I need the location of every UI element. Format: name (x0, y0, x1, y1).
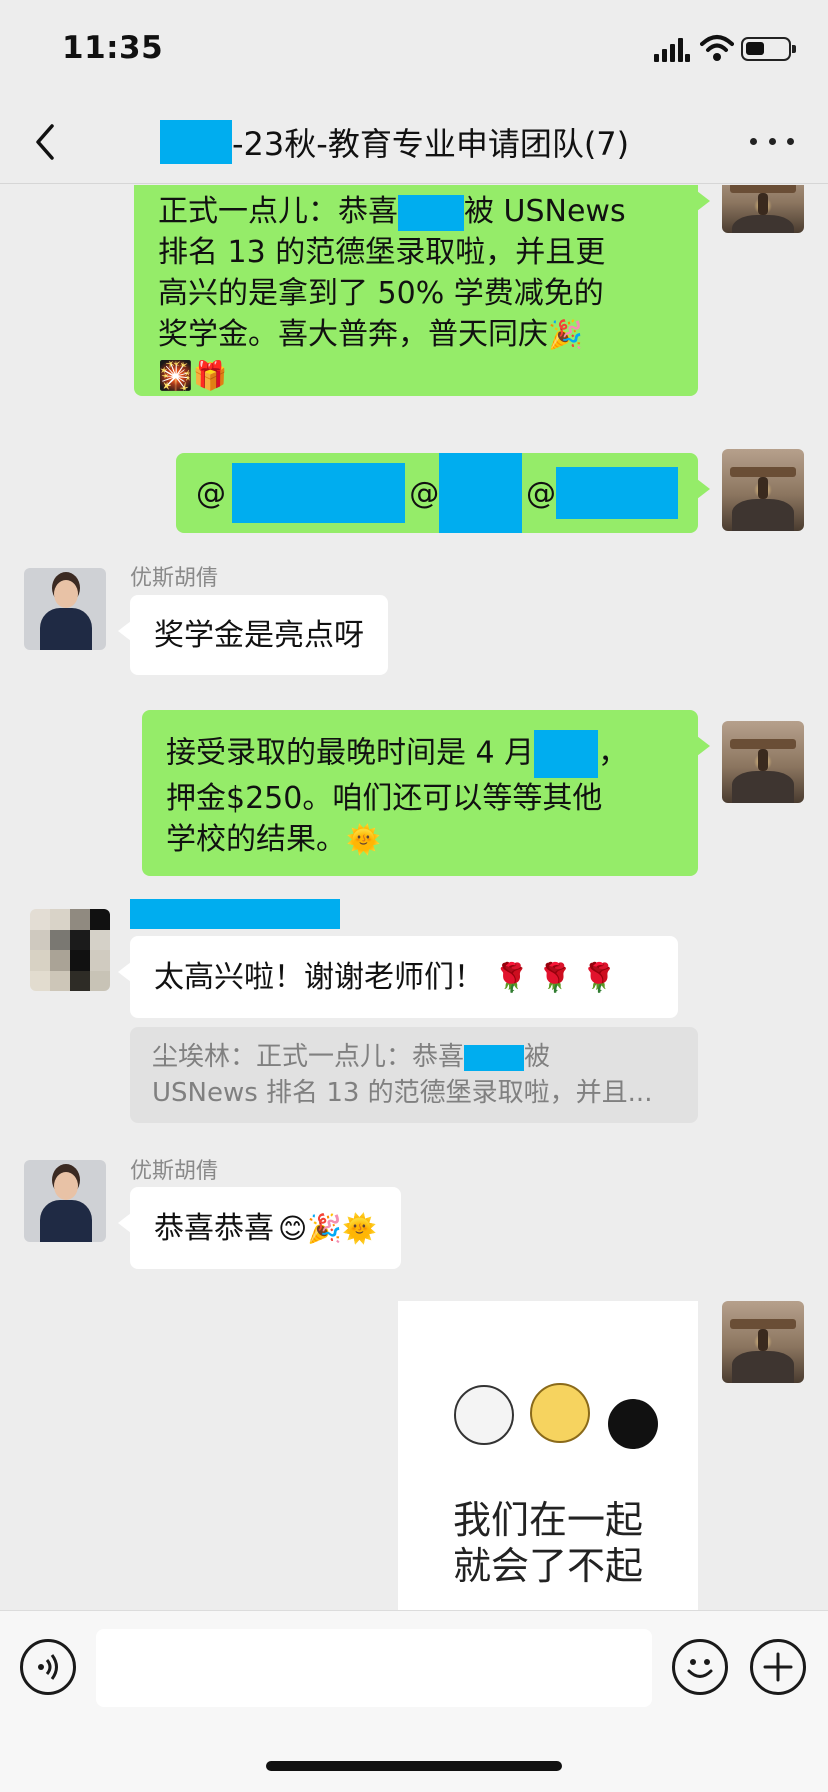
sender-name: 优斯胡倩 (130, 1159, 219, 1184)
message-text: 奖学金是亮点呀 (154, 617, 364, 653)
quote-text: USNews 排名 13 的范德堡录取啦，并且... (152, 1078, 653, 1108)
redacted-block (464, 1044, 525, 1071)
message-text: 接受录取的最晚时间是 4 月 (166, 735, 535, 771)
quote-text: 尘埃林：正式一点儿：恭喜 (152, 1042, 465, 1072)
voice-icon[interactable] (20, 1639, 76, 1695)
chat-title: -23秋-教育专业申请团队(7) (160, 120, 629, 164)
message-text: 太高兴啦！谢谢老师们！ (154, 959, 484, 995)
redacted-block (398, 194, 464, 231)
battery-icon (741, 37, 796, 61)
message-text: 学校的结果。 (166, 822, 346, 857)
mention-symbol: @ (196, 475, 226, 511)
message-text: 恭喜恭喜 (154, 1210, 274, 1246)
message-text: 排名 13 的范德堡录取啦，并且更 (158, 235, 606, 270)
message-bubble-self[interactable]: 接受录取的最晚时间是 4 月 ， 押金$250。咱们还可以等等其他 学校的结果。🌞 (142, 710, 710, 876)
message-text: 高兴的是拿到了 50% 学费减免的 (158, 276, 604, 311)
battery-level (746, 42, 764, 55)
party-popper-icon: 🎉 (548, 318, 583, 351)
message-bubble-other[interactable]: 恭喜恭喜 😊🎉🌞 (118, 1187, 401, 1269)
redacted-block (555, 467, 678, 519)
emoji-group-icon: 😊🎉🌞 (278, 1211, 377, 1245)
redacted-block (232, 463, 406, 523)
wifi-icon (700, 35, 734, 61)
sticker-caption: 就会了不起 (452, 1544, 643, 1588)
message-input[interactable] (96, 1629, 652, 1707)
message-text: 正式一点儿：恭喜 (158, 194, 398, 229)
message-bubble-other[interactable]: 奖学金是亮点呀 (118, 595, 388, 675)
avatar[interactable] (722, 185, 804, 233)
avatar[interactable] (24, 568, 106, 650)
message-bubble-self[interactable]: 正式一点儿：恭喜 被 USNews 排名 13 的范德堡录取啦，并且更 高兴的是拿… (134, 185, 710, 396)
mention-symbol: @ (409, 475, 440, 511)
message-text: 奖学金。喜大普奔，普天同庆 (158, 317, 548, 352)
status-time: 11:35 (62, 30, 164, 66)
home-indicator (266, 1761, 562, 1771)
redacted-sender-name (130, 899, 340, 929)
sender-name: 优斯胡倩 (130, 566, 219, 591)
message-bubble-other[interactable]: 太高兴啦！谢谢老师们！ 🌹 🌹 🌹 (118, 936, 678, 1018)
emoji-icon[interactable] (672, 1639, 728, 1695)
sticker-message[interactable]: 我们在一起 就会了不起 (398, 1301, 698, 1610)
plus-icon[interactable] (750, 1639, 806, 1695)
cellular-signal-icon (654, 38, 690, 62)
redacted-block (439, 453, 522, 533)
sticker-face-icon (454, 1385, 514, 1445)
quoted-message[interactable]: 尘埃林：正式一点儿：恭喜 被 USNews 排名 13 的范德堡录取啦，并且... (130, 1027, 698, 1123)
avatar[interactable] (24, 1160, 106, 1242)
message-text: ， (598, 735, 629, 771)
sun-icon: 🌞 (346, 823, 381, 856)
sticker-face-icon (530, 1383, 590, 1443)
chevron-left-icon[interactable] (26, 118, 66, 166)
ellipsis-icon[interactable] (750, 126, 794, 156)
mention-symbol: @ (525, 475, 556, 511)
chat-header: -23秋-教育专业申请团队(7) (0, 100, 828, 184)
input-bar (0, 1610, 828, 1792)
redacted-block (160, 120, 232, 164)
avatar[interactable] (30, 909, 110, 991)
message-text: 押金$250。咱们还可以等等其他 (166, 781, 603, 816)
status-bar: 11:35 (0, 0, 828, 100)
rose-icon: 🌹 🌹 🌹 (494, 960, 617, 994)
redacted-block (534, 730, 599, 778)
avatar[interactable] (722, 1301, 804, 1383)
message-bubble-self[interactable]: @ @ @ (176, 453, 710, 533)
chat-title-text: -23秋-教育专业申请团队(7) (232, 125, 630, 163)
sticker-caption: 我们在一起 (452, 1498, 643, 1542)
quote-text: 被 (524, 1042, 551, 1072)
avatar[interactable] (722, 449, 804, 531)
fireworks-gift-icon: 🎇🎁 (158, 359, 228, 392)
avatar[interactable] (722, 721, 804, 803)
sticker-bear-icon (608, 1399, 658, 1449)
message-text: 被 USNews (464, 194, 626, 229)
message-list[interactable]: 正式一点儿：恭喜 被 USNews 排名 13 的范德堡录取啦，并且更 高兴的是拿… (0, 185, 828, 1610)
